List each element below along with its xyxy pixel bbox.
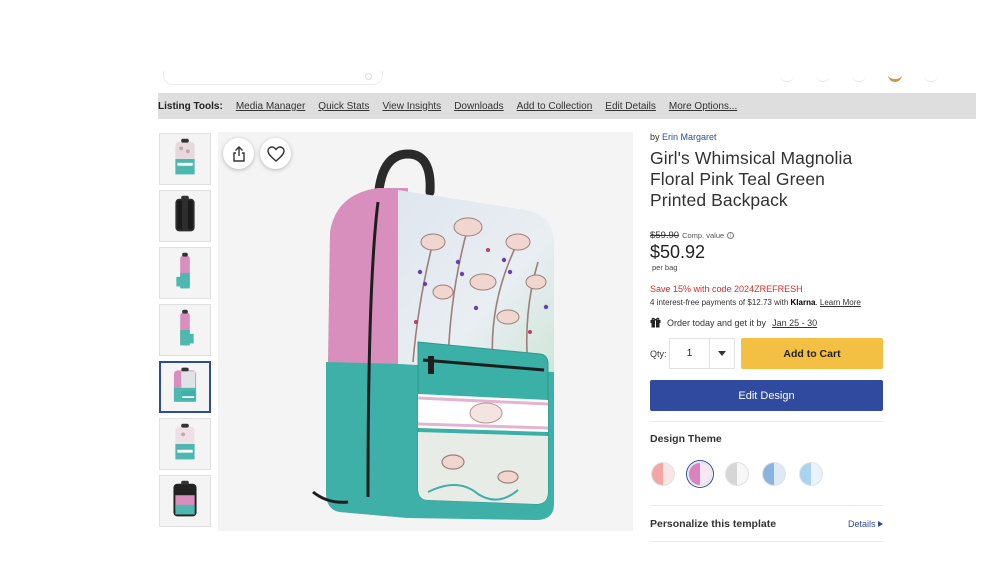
edit-design-button[interactable]: Edit Design xyxy=(650,380,883,411)
price-unit: per bag xyxy=(652,263,678,272)
theme-swatch[interactable] xyxy=(725,462,749,486)
add-to-cart-button[interactable]: Add to Cart xyxy=(741,338,883,369)
details-label: Details xyxy=(847,518,876,529)
header-icon[interactable] xyxy=(816,68,830,82)
author-line: by Erin Margaret xyxy=(650,132,886,142)
theme-swatch[interactable] xyxy=(651,462,675,486)
personalize-row[interactable]: Personalize this template Details xyxy=(650,505,883,542)
author-link[interactable]: Erin Margaret xyxy=(662,132,717,142)
promo-text: Save 15% with code 2024ZREFRESH xyxy=(650,284,803,294)
compare-price-row: $59.90 Comp. value i xyxy=(650,230,886,241)
add-to-collection-link[interactable]: Add to Collection xyxy=(517,101,593,112)
compare-label: Comp. value xyxy=(682,231,725,240)
by-prefix: by xyxy=(650,132,660,142)
more-options-link[interactable]: More Options... xyxy=(669,101,737,112)
design-theme-swatches xyxy=(651,462,886,486)
quantity-selector xyxy=(669,338,735,369)
product-info-panel: by Erin Margaret Girl's Whimsical Magnol… xyxy=(650,132,886,542)
quantity-label: Qty: xyxy=(650,348,667,359)
edit-details-link[interactable]: Edit Details xyxy=(605,101,656,112)
quantity-dropdown[interactable] xyxy=(710,351,734,356)
delivery-text: Order today and get it by xyxy=(667,317,767,328)
chevron-down-icon xyxy=(718,351,726,356)
thumbnail-front-alt[interactable] xyxy=(159,418,211,470)
header-icon[interactable] xyxy=(852,68,866,82)
downloads-link[interactable]: Downloads xyxy=(454,101,503,112)
details-link[interactable]: Details xyxy=(848,519,883,529)
compare-price: $59.90 xyxy=(650,230,680,241)
quantity-input[interactable] xyxy=(670,339,710,368)
learn-more-link[interactable]: Learn More xyxy=(820,298,861,307)
thumbnail-back[interactable] xyxy=(159,190,211,242)
favorite-button[interactable] xyxy=(260,138,291,169)
divider xyxy=(650,421,883,422)
thumbnail-front-pattern[interactable] xyxy=(159,133,211,185)
backpack-illustration xyxy=(218,132,633,531)
design-theme-title: Design Theme xyxy=(650,433,722,445)
listing-tools-title: Listing Tools: xyxy=(158,100,223,112)
share-icon xyxy=(232,145,245,162)
view-insights-link[interactable]: View Insights xyxy=(382,101,441,112)
delivery-date-link[interactable]: Jan 25 - 30 xyxy=(772,318,817,328)
thumbnail-side-right[interactable] xyxy=(159,304,211,356)
share-button[interactable] xyxy=(223,138,254,169)
thumbnail-angle-selected[interactable] xyxy=(159,361,211,413)
klarna-line: 4 interest-free payments of $12.73 with … xyxy=(650,298,861,307)
header-icons xyxy=(780,68,938,82)
media-manager-link[interactable]: Media Manager xyxy=(236,101,305,112)
chevron-right-icon xyxy=(878,520,883,527)
current-price: $50.92 xyxy=(650,242,706,262)
thumbnail-open-view[interactable] xyxy=(159,475,211,527)
thumbnail-side-left[interactable] xyxy=(159,247,211,299)
header-icon[interactable] xyxy=(924,68,938,82)
klarna-logo: Klarna xyxy=(790,298,816,307)
heart-icon xyxy=(266,145,285,162)
info-icon[interactable]: i xyxy=(727,232,735,239)
personalize-title: Personalize this template xyxy=(650,517,777,530)
avatar[interactable] xyxy=(888,68,902,82)
delivery-line: Order today and get it by Jan 25 - 30 xyxy=(650,317,886,328)
theme-swatch[interactable] xyxy=(688,462,712,486)
quantity-row: Qty: Add to Cart xyxy=(650,338,886,369)
listing-tools-bar: Listing Tools: Media Manager Quick Stats… xyxy=(158,93,976,119)
header-icon[interactable] xyxy=(780,68,794,82)
search-icon xyxy=(365,73,372,80)
theme-swatch[interactable] xyxy=(762,462,786,486)
header-search-bar[interactable] xyxy=(163,71,383,85)
theme-swatch[interactable] xyxy=(799,462,823,486)
quick-stats-link[interactable]: Quick Stats xyxy=(318,101,369,112)
gift-icon xyxy=(650,317,661,328)
main-product-image[interactable] xyxy=(218,132,633,531)
thumbnail-list xyxy=(159,133,213,532)
klarna-text: 4 interest-free payments of $12.73 with xyxy=(650,298,789,307)
product-title: Girl's Whimsical Magnolia Floral Pink Te… xyxy=(650,148,853,210)
